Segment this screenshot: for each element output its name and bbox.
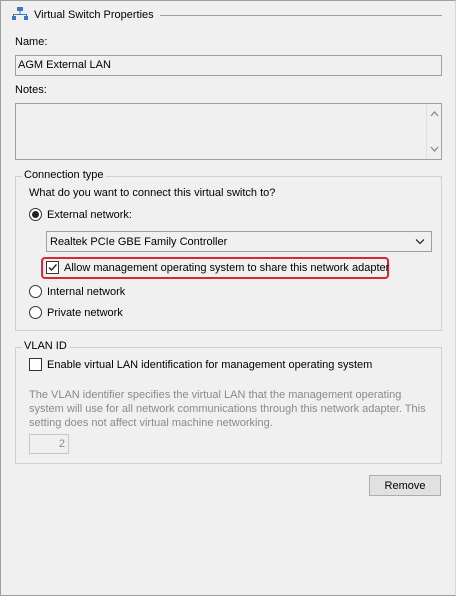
external-network-radio[interactable] xyxy=(29,208,42,221)
external-network-option[interactable]: External network: xyxy=(29,208,132,221)
vlan-description: The VLAN identifier specifies the virtua… xyxy=(29,389,426,429)
private-network-radio[interactable] xyxy=(29,306,42,319)
allow-mgmt-option[interactable]: Allow management operating system to sha… xyxy=(46,261,389,274)
section-header: Virtual Switch Properties xyxy=(12,6,154,24)
private-network-label: Private network xyxy=(47,306,123,319)
vlan-group-label: VLAN ID xyxy=(22,340,69,352)
network-switch-icon xyxy=(12,6,28,24)
notes-scrollbar[interactable] xyxy=(426,104,441,159)
name-field[interactable]: AGM External LAN xyxy=(15,55,442,76)
vlan-enable-checkbox[interactable] xyxy=(29,358,42,371)
scroll-down-icon[interactable] xyxy=(430,145,439,153)
connection-question: What do you want to connect this virtual… xyxy=(29,187,276,199)
chevron-down-icon xyxy=(415,239,425,245)
internal-network-option[interactable]: Internal network xyxy=(29,285,125,298)
external-network-label: External network: xyxy=(47,208,132,221)
name-label: Name: xyxy=(15,36,48,48)
internal-network-label: Internal network xyxy=(47,285,126,298)
vlan-id-field[interactable]: 2 xyxy=(29,434,69,454)
allow-mgmt-label: Allow management operating system to sha… xyxy=(64,261,390,274)
vlan-enable-option[interactable]: Enable virtual LAN identification for ma… xyxy=(29,358,372,371)
private-network-option[interactable]: Private network xyxy=(29,306,123,319)
notes-field[interactable] xyxy=(15,103,442,160)
network-adapter-value: Realtek PCIe GBE Family Controller xyxy=(50,235,228,248)
connection-type-label: Connection type xyxy=(22,169,106,181)
allow-mgmt-checkbox[interactable] xyxy=(46,261,59,274)
network-adapter-select[interactable]: Realtek PCIe GBE Family Controller xyxy=(46,231,432,252)
notes-label: Notes: xyxy=(15,84,47,96)
internal-network-radio[interactable] xyxy=(29,285,42,298)
scroll-up-icon[interactable] xyxy=(430,110,439,118)
checkmark-icon xyxy=(48,264,58,272)
section-divider xyxy=(160,15,442,16)
vlan-enable-label: Enable virtual LAN identification for ma… xyxy=(47,358,373,371)
section-title: Virtual Switch Properties xyxy=(34,9,154,21)
remove-button[interactable]: Remove xyxy=(369,475,441,496)
